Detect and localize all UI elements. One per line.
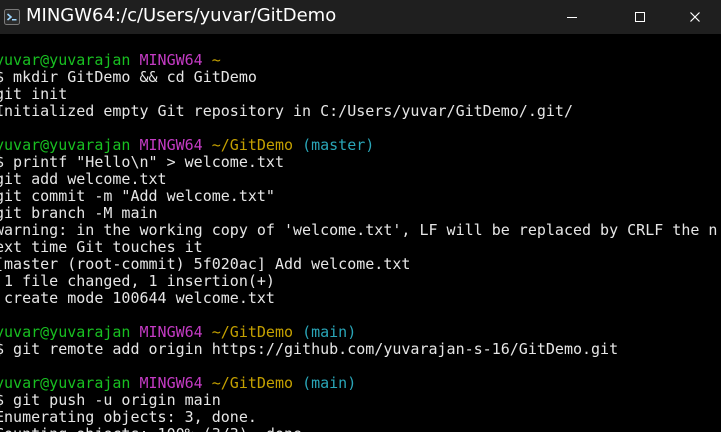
terminal-line: git branch -M main xyxy=(0,205,717,222)
terminal-line: create mode 100644 welcome.txt xyxy=(0,290,717,307)
terminal-text-segment: git commit -m "Add welcome.txt" xyxy=(0,187,275,205)
terminal-text-segment: 1 file changed, 1 insertion(+) xyxy=(0,272,275,290)
terminal-text-segment: (master) xyxy=(302,136,375,154)
terminal-text-segment: ~ xyxy=(211,51,221,69)
minimize-button[interactable] xyxy=(549,0,595,34)
terminal-text-segment: MINGW64 xyxy=(139,323,203,341)
terminal-line: yuvar@yuvarajan MINGW64 ~/GitDemo (maste… xyxy=(0,137,717,154)
terminal-text-segment: Enumerating objects: 3, done. xyxy=(0,408,257,426)
terminal-lines: yuvar@yuvarajan MINGW64 ~ $ mkdir GitDemo… xyxy=(0,52,717,432)
terminal-line: yuvar@yuvarajan MINGW64 ~ xyxy=(0,52,717,69)
terminal-text-segment: yuvar@yuvarajan xyxy=(0,136,131,154)
terminal-text-segment: git init xyxy=(0,85,68,103)
terminal-line: $ printf "Hello\n" > welcome.txt xyxy=(0,154,717,171)
terminal-line: [master (root-commit) 5f020ac] Add welco… xyxy=(0,256,717,273)
minimize-icon xyxy=(567,17,577,18)
terminal-line: Enumerating objects: 3, done. xyxy=(0,409,717,426)
title-bar[interactable]: MINGW64:/c/Users/yuvar/GitDemo xyxy=(0,0,721,34)
terminal-text-segment: Counting objects: 100% (3/3), done. xyxy=(0,425,311,432)
terminal-text-segment: yuvar@yuvarajan xyxy=(0,374,131,392)
mingw-terminal-icon xyxy=(4,9,20,25)
terminal-line: git add welcome.txt xyxy=(0,171,717,188)
terminal-line: git commit -m "Add welcome.txt" xyxy=(0,188,717,205)
terminal-text-segment: git add welcome.txt xyxy=(0,170,167,188)
terminal-output[interactable]: yuvar@yuvarajan MINGW64 ~ $ mkdir GitDemo… xyxy=(0,34,721,432)
terminal-text-segment: ~/GitDemo xyxy=(211,374,294,392)
terminal-line: 1 file changed, 1 insertion(+) xyxy=(0,273,717,290)
terminal-text-segment: yuvar@yuvarajan xyxy=(0,323,131,341)
terminal-text-segment: warning: in the working copy of 'welcome… xyxy=(0,221,718,239)
terminal-text-segment: create mode 100644 welcome.txt xyxy=(0,289,275,307)
terminal-text-segment: [master (root-commit) 5f020ac] Add welco… xyxy=(0,255,411,273)
terminal-line: ext time Git touches it xyxy=(0,239,717,256)
terminal-text-segment: yuvar@yuvarajan xyxy=(0,51,131,69)
close-icon xyxy=(690,12,700,22)
terminal-text-segment: (main) xyxy=(302,323,357,341)
terminal-line: warning: in the working copy of 'welcome… xyxy=(0,222,717,239)
terminal-line: $ git push -u origin main xyxy=(0,392,717,409)
terminal-text-segment: Initialized empty Git repository in C:/U… xyxy=(0,102,573,120)
terminal-line: yuvar@yuvarajan MINGW64 ~/GitDemo (main) xyxy=(0,375,717,392)
terminal-text-segment: ~/GitDemo xyxy=(211,323,294,341)
terminal-text-segment: ext time Git touches it xyxy=(0,238,203,256)
terminal-line: Initialized empty Git repository in C:/U… xyxy=(0,103,717,120)
terminal-window: MINGW64:/c/Users/yuvar/GitDemo yuvar@yuv… xyxy=(0,0,721,432)
terminal-text-segment: $ git remote add origin https://github.c… xyxy=(0,340,619,358)
terminal-line: git init xyxy=(0,86,717,103)
window-title: MINGW64:/c/Users/yuvar/GitDemo xyxy=(26,5,337,26)
terminal-text-segment: $ mkdir GitDemo && cd GitDemo xyxy=(0,68,257,86)
close-button[interactable] xyxy=(672,0,718,34)
terminal-line: $ git remote add origin https://github.c… xyxy=(0,341,717,358)
terminal-text-segment: (main) xyxy=(302,374,357,392)
terminal-line: $ mkdir GitDemo && cd GitDemo xyxy=(0,69,717,86)
maximize-icon xyxy=(635,12,645,22)
terminal-text-segment: MINGW64 xyxy=(139,51,203,69)
terminal-text-segment: MINGW64 xyxy=(139,136,203,154)
terminal-line: Counting objects: 100% (3/3), done. xyxy=(0,426,717,432)
terminal-line: yuvar@yuvarajan MINGW64 ~/GitDemo (main) xyxy=(0,324,717,341)
terminal-text-segment: ~/GitDemo xyxy=(211,136,294,154)
terminal-text-segment: git branch -M main xyxy=(0,204,158,222)
terminal-text-segment: MINGW64 xyxy=(139,374,203,392)
terminal-text-segment: $ printf "Hello\n" > welcome.txt xyxy=(0,153,284,171)
terminal-text-segment: $ git push -u origin main xyxy=(0,391,221,409)
maximize-button[interactable] xyxy=(617,0,663,34)
